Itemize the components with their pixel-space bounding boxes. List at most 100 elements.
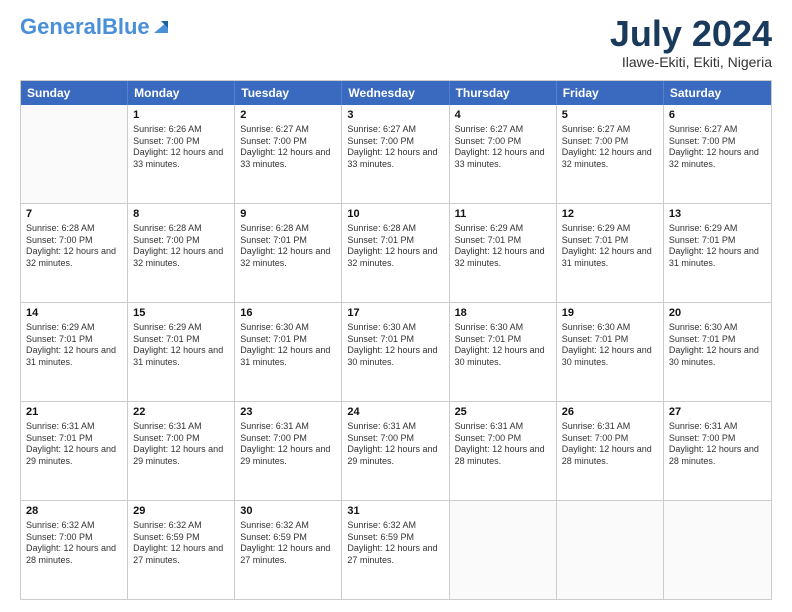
calendar-title: July 2024 [610,16,772,52]
day-number: 16 [240,306,336,321]
header-tuesday: Tuesday [235,81,342,105]
header-friday: Friday [557,81,664,105]
calendar-week-3: 14 Sunrise: 6:29 AMSunset: 7:01 PMDaylig… [21,302,771,401]
day-number: 28 [26,504,122,519]
calendar-week-5: 28 Sunrise: 6:32 AMSunset: 7:00 PMDaylig… [21,500,771,599]
cell-info: Sunrise: 6:28 AMSunset: 7:00 PMDaylight:… [133,223,229,270]
logo-blue: Blue [102,14,150,39]
day-number: 11 [455,207,551,222]
day-number: 3 [347,108,443,123]
calendar-cell-w5-d6 [557,501,664,599]
day-number: 23 [240,405,336,420]
day-number: 9 [240,207,336,222]
calendar-cell-w5-d4: 31 Sunrise: 6:32 AMSunset: 6:59 PMDaylig… [342,501,449,599]
calendar-cell-w1-d7: 6 Sunrise: 6:27 AMSunset: 7:00 PMDayligh… [664,105,771,203]
day-number: 25 [455,405,551,420]
calendar-week-1: 1 Sunrise: 6:26 AMSunset: 7:00 PMDayligh… [21,105,771,203]
calendar-cell-w5-d5 [450,501,557,599]
cell-info: Sunrise: 6:31 AMSunset: 7:00 PMDaylight:… [240,421,336,468]
calendar-cell-w2-d6: 12 Sunrise: 6:29 AMSunset: 7:01 PMDaylig… [557,204,664,302]
cell-info: Sunrise: 6:32 AMSunset: 6:59 PMDaylight:… [347,520,443,567]
page: GeneralBlue July 2024 Ilawe-Ekiti, Ekiti… [0,0,792,612]
calendar-cell-w2-d7: 13 Sunrise: 6:29 AMSunset: 7:01 PMDaylig… [664,204,771,302]
calendar-cell-w5-d3: 30 Sunrise: 6:32 AMSunset: 6:59 PMDaylig… [235,501,342,599]
calendar-cell-w5-d7 [664,501,771,599]
calendar-cell-w3-d2: 15 Sunrise: 6:29 AMSunset: 7:01 PMDaylig… [128,303,235,401]
calendar-body: 1 Sunrise: 6:26 AMSunset: 7:00 PMDayligh… [21,105,771,599]
calendar-cell-w2-d2: 8 Sunrise: 6:28 AMSunset: 7:00 PMDayligh… [128,204,235,302]
calendar-cell-w1-d6: 5 Sunrise: 6:27 AMSunset: 7:00 PMDayligh… [557,105,664,203]
logo: GeneralBlue [20,16,170,38]
day-number: 24 [347,405,443,420]
day-number: 17 [347,306,443,321]
day-number: 21 [26,405,122,420]
day-number: 18 [455,306,551,321]
header-sunday: Sunday [21,81,128,105]
header-saturday: Saturday [664,81,771,105]
day-number: 2 [240,108,336,123]
cell-info: Sunrise: 6:28 AMSunset: 7:01 PMDaylight:… [240,223,336,270]
logo-text: GeneralBlue [20,16,150,38]
cell-info: Sunrise: 6:28 AMSunset: 7:01 PMDaylight:… [347,223,443,270]
cell-info: Sunrise: 6:30 AMSunset: 7:01 PMDaylight:… [347,322,443,369]
cell-info: Sunrise: 6:31 AMSunset: 7:00 PMDaylight:… [455,421,551,468]
cell-info: Sunrise: 6:31 AMSunset: 7:00 PMDaylight:… [347,421,443,468]
calendar-cell-w4-d5: 25 Sunrise: 6:31 AMSunset: 7:00 PMDaylig… [450,402,557,500]
day-number: 31 [347,504,443,519]
day-number: 10 [347,207,443,222]
calendar-cell-w3-d3: 16 Sunrise: 6:30 AMSunset: 7:01 PMDaylig… [235,303,342,401]
cell-info: Sunrise: 6:30 AMSunset: 7:01 PMDaylight:… [669,322,766,369]
day-number: 12 [562,207,658,222]
calendar-cell-w4-d6: 26 Sunrise: 6:31 AMSunset: 7:00 PMDaylig… [557,402,664,500]
calendar-cell-w3-d1: 14 Sunrise: 6:29 AMSunset: 7:01 PMDaylig… [21,303,128,401]
day-number: 4 [455,108,551,123]
day-number: 14 [26,306,122,321]
calendar-cell-w3-d4: 17 Sunrise: 6:30 AMSunset: 7:01 PMDaylig… [342,303,449,401]
calendar-cell-w4-d3: 23 Sunrise: 6:31 AMSunset: 7:00 PMDaylig… [235,402,342,500]
cell-info: Sunrise: 6:31 AMSunset: 7:00 PMDaylight:… [562,421,658,468]
cell-info: Sunrise: 6:27 AMSunset: 7:00 PMDaylight:… [455,124,551,171]
calendar-cell-w4-d2: 22 Sunrise: 6:31 AMSunset: 7:00 PMDaylig… [128,402,235,500]
calendar-cell-w3-d5: 18 Sunrise: 6:30 AMSunset: 7:01 PMDaylig… [450,303,557,401]
cell-info: Sunrise: 6:27 AMSunset: 7:00 PMDaylight:… [562,124,658,171]
title-block: July 2024 Ilawe-Ekiti, Ekiti, Nigeria [610,16,772,70]
calendar-cell-w1-d4: 3 Sunrise: 6:27 AMSunset: 7:00 PMDayligh… [342,105,449,203]
calendar-cell-w2-d3: 9 Sunrise: 6:28 AMSunset: 7:01 PMDayligh… [235,204,342,302]
calendar-cell-w1-d1 [21,105,128,203]
header: GeneralBlue July 2024 Ilawe-Ekiti, Ekiti… [20,16,772,70]
calendar-cell-w2-d5: 11 Sunrise: 6:29 AMSunset: 7:01 PMDaylig… [450,204,557,302]
day-number: 8 [133,207,229,222]
day-number: 13 [669,207,766,222]
cell-info: Sunrise: 6:27 AMSunset: 7:00 PMDaylight:… [240,124,336,171]
day-number: 29 [133,504,229,519]
cell-info: Sunrise: 6:29 AMSunset: 7:01 PMDaylight:… [133,322,229,369]
cell-info: Sunrise: 6:32 AMSunset: 7:00 PMDaylight:… [26,520,122,567]
cell-info: Sunrise: 6:29 AMSunset: 7:01 PMDaylight:… [562,223,658,270]
calendar-cell-w4-d1: 21 Sunrise: 6:31 AMSunset: 7:01 PMDaylig… [21,402,128,500]
calendar: Sunday Monday Tuesday Wednesday Thursday… [20,80,772,600]
day-number: 1 [133,108,229,123]
day-number: 5 [562,108,658,123]
cell-info: Sunrise: 6:26 AMSunset: 7:00 PMDaylight:… [133,124,229,171]
cell-info: Sunrise: 6:31 AMSunset: 7:00 PMDaylight:… [669,421,766,468]
calendar-cell-w5-d1: 28 Sunrise: 6:32 AMSunset: 7:00 PMDaylig… [21,501,128,599]
calendar-cell-w1-d2: 1 Sunrise: 6:26 AMSunset: 7:00 PMDayligh… [128,105,235,203]
calendar-cell-w3-d7: 20 Sunrise: 6:30 AMSunset: 7:01 PMDaylig… [664,303,771,401]
calendar-location: Ilawe-Ekiti, Ekiti, Nigeria [610,54,772,70]
cell-info: Sunrise: 6:30 AMSunset: 7:01 PMDaylight:… [562,322,658,369]
logo-arrow-icon [152,17,170,35]
cell-info: Sunrise: 6:27 AMSunset: 7:00 PMDaylight:… [347,124,443,171]
header-monday: Monday [128,81,235,105]
cell-info: Sunrise: 6:30 AMSunset: 7:01 PMDaylight:… [455,322,551,369]
day-number: 22 [133,405,229,420]
calendar-cell-w2-d4: 10 Sunrise: 6:28 AMSunset: 7:01 PMDaylig… [342,204,449,302]
calendar-week-2: 7 Sunrise: 6:28 AMSunset: 7:00 PMDayligh… [21,203,771,302]
logo-general: General [20,14,102,39]
day-number: 20 [669,306,766,321]
cell-info: Sunrise: 6:31 AMSunset: 7:01 PMDaylight:… [26,421,122,468]
day-number: 7 [26,207,122,222]
calendar-cell-w2-d1: 7 Sunrise: 6:28 AMSunset: 7:00 PMDayligh… [21,204,128,302]
cell-info: Sunrise: 6:32 AMSunset: 6:59 PMDaylight:… [240,520,336,567]
cell-info: Sunrise: 6:29 AMSunset: 7:01 PMDaylight:… [669,223,766,270]
cell-info: Sunrise: 6:30 AMSunset: 7:01 PMDaylight:… [240,322,336,369]
